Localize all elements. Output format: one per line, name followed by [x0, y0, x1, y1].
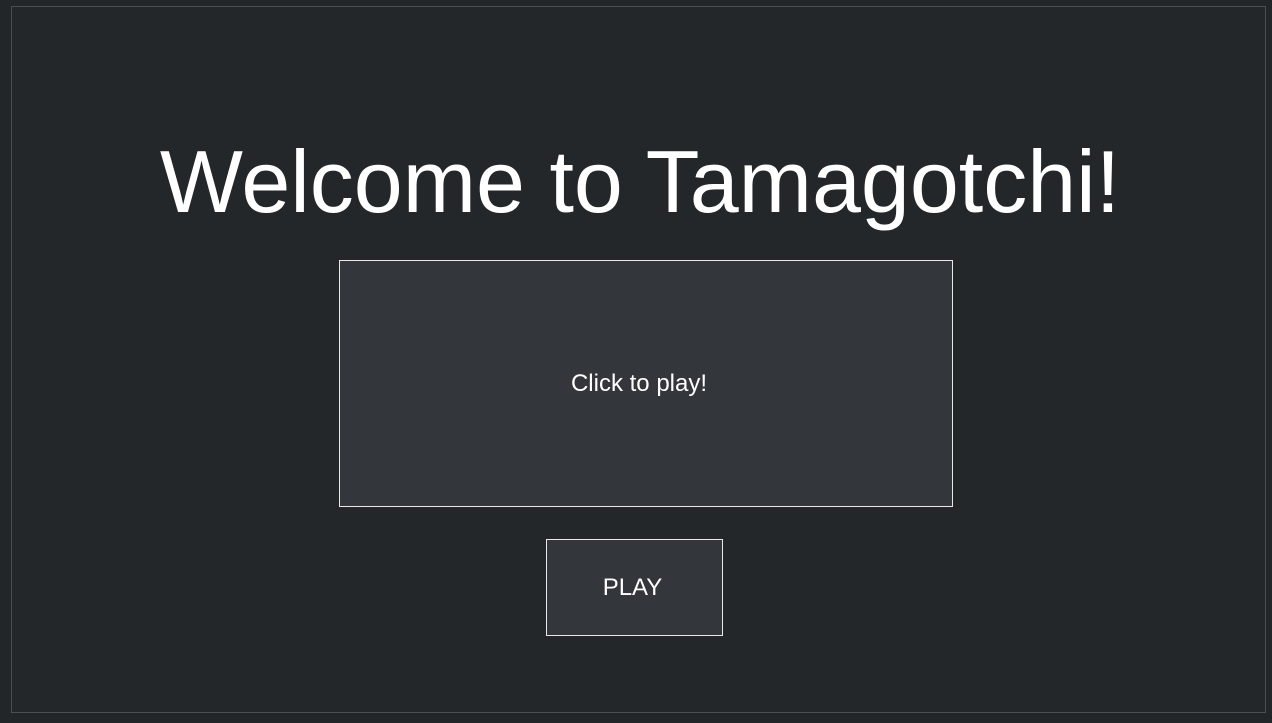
game-screen[interactable]: Click to play!	[339, 260, 953, 507]
app-frame: Welcome to Tamagotchi! Click to play! PL…	[11, 6, 1266, 713]
play-button-label: PLAY	[602, 573, 663, 601]
page-title: Welcome to Tamagotchi!	[159, 132, 1121, 231]
play-button[interactable]: PLAY	[546, 539, 723, 636]
game-screen-prompt: Click to play!	[570, 369, 708, 397]
